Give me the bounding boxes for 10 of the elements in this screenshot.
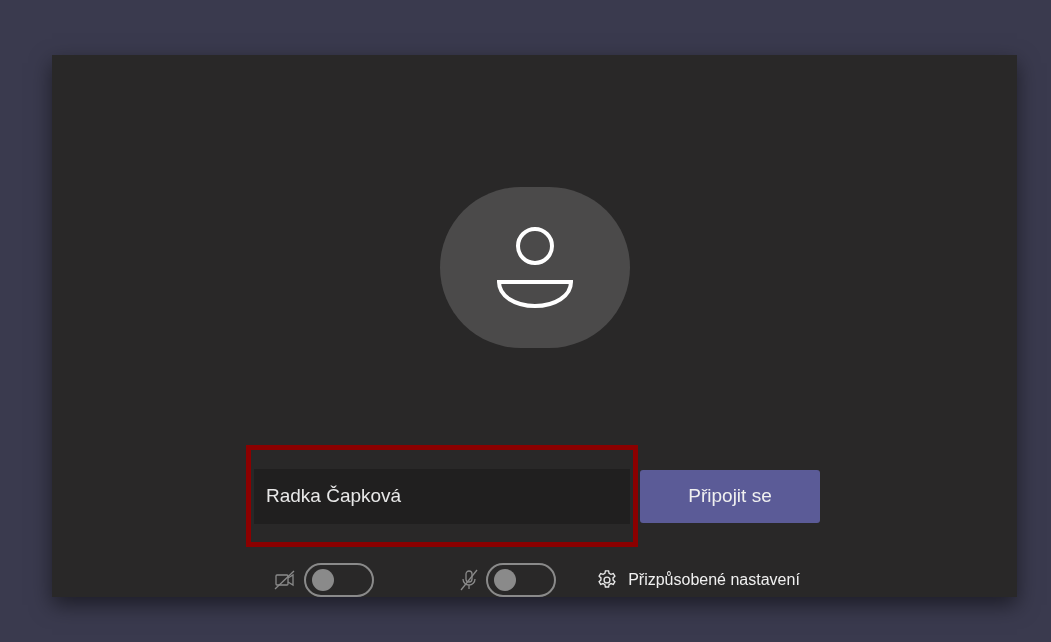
camera-off-icon xyxy=(274,570,297,590)
settings-link[interactable]: Přizpůsobené nastavení xyxy=(596,568,800,592)
toggle-switch[interactable] xyxy=(486,563,557,597)
settings-icon xyxy=(596,569,619,591)
microphone-off-icon xyxy=(460,569,479,591)
join-button[interactable]: Připojit se xyxy=(640,469,820,523)
name-field[interactable]: Radka Čapková xyxy=(246,445,638,547)
toggle-switch[interactable] xyxy=(304,563,375,597)
person-icon xyxy=(494,225,575,310)
name-input[interactable]: Radka Čapková xyxy=(254,468,630,524)
